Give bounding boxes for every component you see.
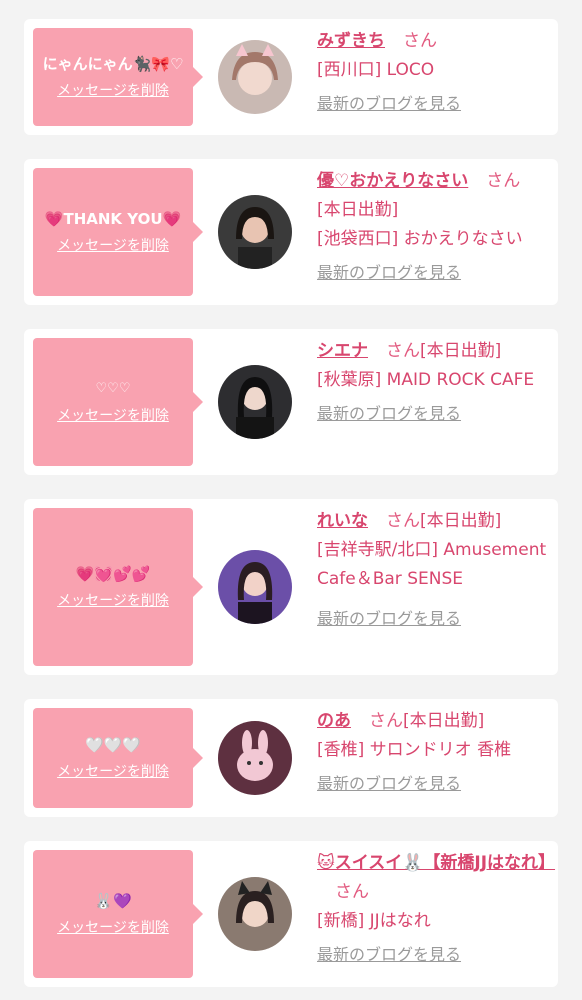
cast-status: [本日出勤] — [420, 511, 502, 531]
delete-message-link[interactable]: メッセージを削除 — [57, 917, 169, 937]
delete-message-link[interactable]: メッセージを削除 — [57, 405, 169, 425]
cast-name-link[interactable]: シエナ — [317, 341, 368, 361]
cast-info: 🐱スイスイ🐰【新橋JJはなれ】さん [新橋] JJはなれ 最新のブログを見る — [317, 849, 555, 970]
message-text: 💗💓💕💕 — [75, 565, 151, 583]
cast-name-link[interactable]: みずきち — [317, 31, 385, 51]
message-bubble: 🤍🤍🤍 メッセージを削除 — [33, 708, 203, 808]
message-text: 💗THANK YOU💗 — [44, 210, 182, 228]
avatar[interactable] — [218, 721, 292, 795]
message-card: にゃんにゃん🐈‍⬛🎀♡ メッセージを削除 みずきち さん [西川口] LOCO 最… — [24, 19, 558, 135]
cast-info: みずきち さん [西川口] LOCO 最新のブログを見る — [317, 27, 552, 119]
shop-name: [新橋] JJはなれ — [317, 911, 431, 931]
message-bubble: ♡♡♡ メッセージを削除 — [33, 338, 203, 466]
latest-blog-link[interactable]: 最新のブログを見る — [317, 258, 461, 287]
message-text: にゃんにゃん🐈‍⬛🎀♡ — [42, 55, 184, 73]
message-list: にゃんにゃん🐈‍⬛🎀♡ メッセージを削除 みずきち さん [西川口] LOCO 最… — [0, 0, 582, 1000]
cast-name-link[interactable]: 🐱スイスイ🐰【新橋JJはなれ】 — [317, 853, 555, 873]
san-label: さん — [386, 341, 420, 361]
cast-info: のあ さん[本日出勤] [香椎] サロンドリオ 香椎 最新のブログを見る — [317, 707, 552, 799]
delete-message-link[interactable]: メッセージを削除 — [57, 235, 169, 255]
shop-name: [西川口] LOCO — [317, 60, 435, 80]
message-bubble: 🐰💜 メッセージを削除 — [33, 850, 203, 978]
message-card: 🐰💜 メッセージを削除 🐱スイスイ🐰【新橋JJはなれ】さん [新橋] JJはなれ… — [24, 841, 558, 987]
shop-name: [池袋西口] おかえりなさい — [317, 229, 523, 249]
shop-name: [秋葉原] MAID ROCK CAFE — [317, 370, 535, 390]
message-text: 🤍🤍🤍 — [84, 736, 142, 754]
message-card: 💗THANK YOU💗 メッセージを削除 優♡おかえりなさい さん [本日出勤] … — [24, 159, 558, 305]
avatar[interactable] — [218, 195, 292, 269]
cast-name-link[interactable]: のあ — [317, 711, 351, 731]
san-label: さん — [486, 171, 521, 191]
cast-info: 優♡おかえりなさい さん [本日出勤] [池袋西口] おかえりなさい 最新のブログ… — [317, 167, 552, 288]
message-card: ♡♡♡ メッセージを削除 シエナ さん[本日出勤] [秋葉原] MAID ROCK… — [24, 329, 558, 475]
latest-blog-link[interactable]: 最新のブログを見る — [317, 399, 461, 428]
latest-blog-link[interactable]: 最新のブログを見る — [317, 604, 461, 633]
cast-status: [本日出勤] — [317, 200, 399, 220]
message-card: 💗💓💕💕 メッセージを削除 れいな さん[本日出勤] [吉祥寺駅/北口] Amus… — [24, 499, 558, 675]
cast-name-link[interactable]: れいな — [317, 511, 368, 531]
message-text: 🐰💜 — [94, 892, 132, 910]
latest-blog-link[interactable]: 最新のブログを見る — [317, 940, 461, 969]
shop-name: [香椎] サロンドリオ 香椎 — [317, 740, 512, 760]
cast-name-link[interactable]: 優♡おかえりなさい — [317, 171, 468, 191]
cast-info: シエナ さん[本日出勤] [秋葉原] MAID ROCK CAFE 最新のブログを… — [317, 337, 552, 429]
cast-status: [本日出勤] — [420, 341, 502, 361]
message-card: 🤍🤍🤍 メッセージを削除 のあ さん[本日出勤] [香椎] サロンドリオ 香椎 最… — [24, 699, 558, 817]
message-bubble: 💗💓💕💕 メッセージを削除 — [33, 508, 203, 666]
delete-message-link[interactable]: メッセージを削除 — [57, 590, 169, 610]
avatar[interactable] — [218, 40, 292, 114]
avatar[interactable] — [218, 877, 292, 951]
latest-blog-link[interactable]: 最新のブログを見る — [317, 89, 461, 118]
san-label: さん — [335, 882, 369, 902]
message-bubble: にゃんにゃん🐈‍⬛🎀♡ メッセージを削除 — [33, 28, 203, 126]
shop-name: [吉祥寺駅/北口] Amusement Cafe＆Bar SENSE — [317, 540, 547, 589]
avatar[interactable] — [218, 365, 292, 439]
latest-blog-link[interactable]: 最新のブログを見る — [317, 769, 461, 798]
cast-info: れいな さん[本日出勤] [吉祥寺駅/北口] Amusement Cafe＆Bar… — [317, 507, 552, 634]
san-label: さん — [386, 511, 420, 531]
san-label: さん — [369, 711, 403, 731]
delete-message-link[interactable]: メッセージを削除 — [57, 80, 169, 100]
message-text: ♡♡♡ — [95, 381, 131, 396]
san-label: さん — [403, 31, 437, 51]
avatar[interactable] — [218, 550, 292, 624]
cast-status: [本日出勤] — [403, 711, 485, 731]
message-bubble: 💗THANK YOU💗 メッセージを削除 — [33, 168, 203, 296]
delete-message-link[interactable]: メッセージを削除 — [57, 761, 169, 781]
